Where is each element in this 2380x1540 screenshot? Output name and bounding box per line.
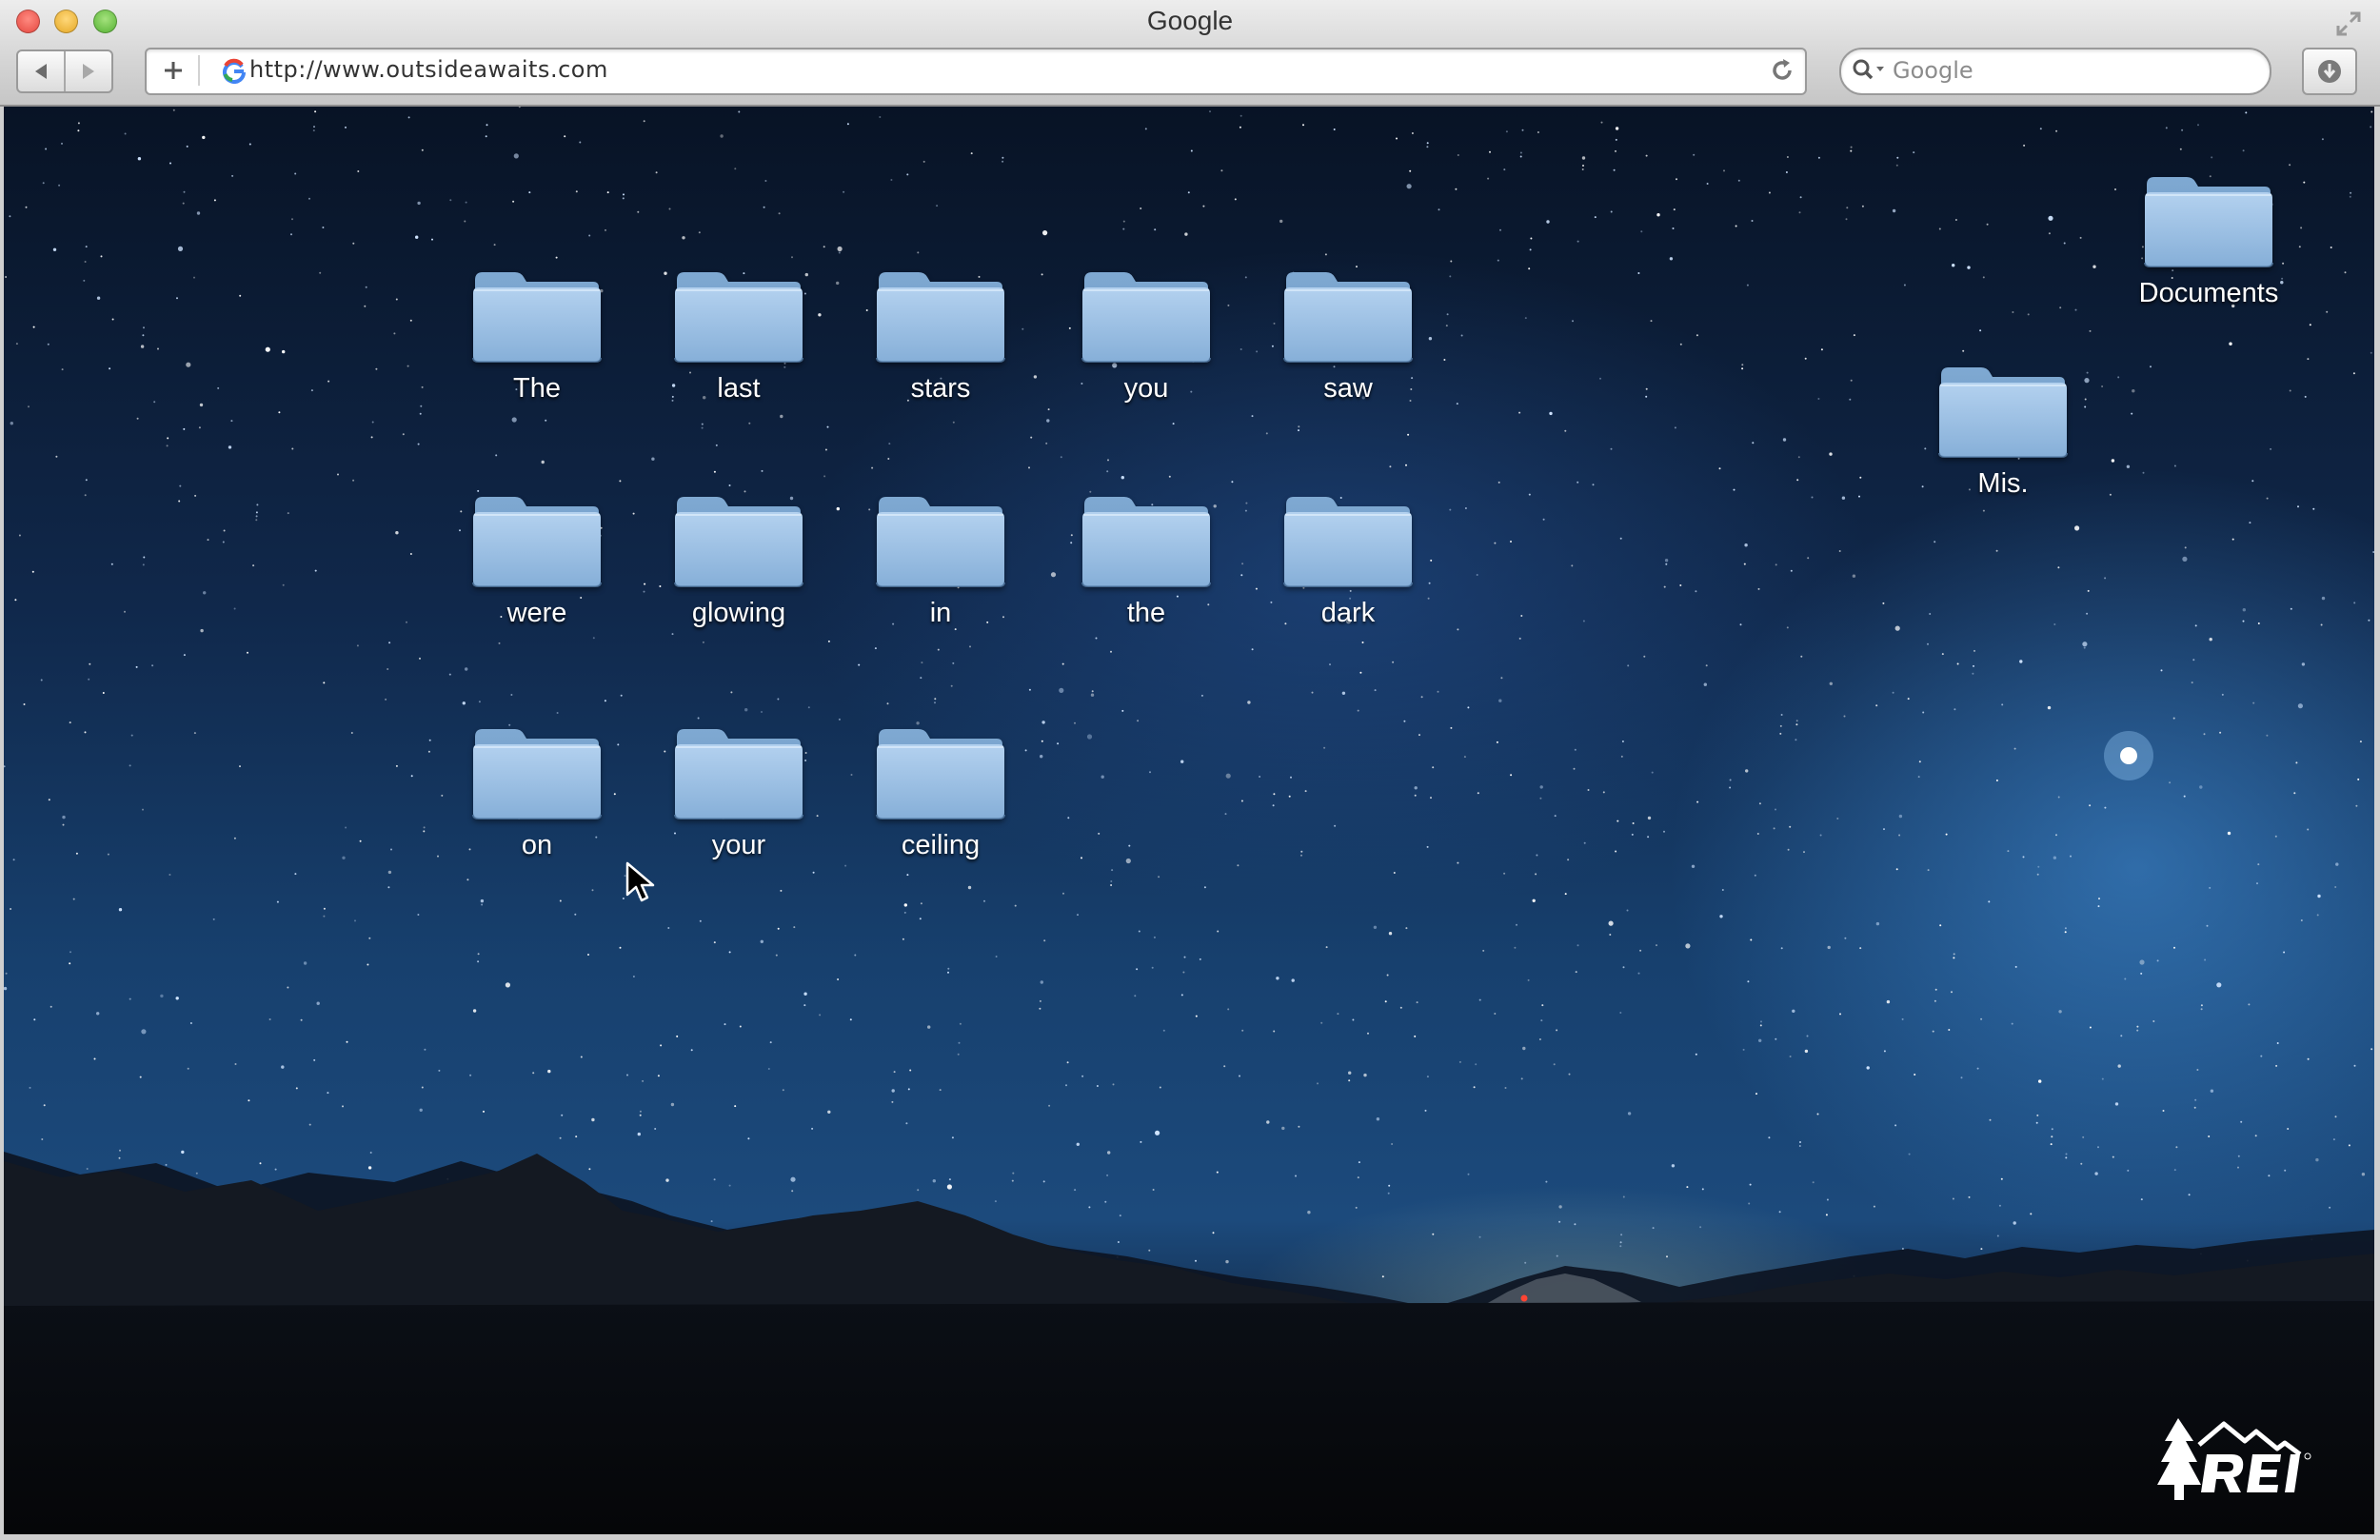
back-button[interactable]	[18, 51, 64, 91]
address-divider	[198, 55, 200, 86]
folder-icon	[875, 489, 1006, 588]
folder-icon	[1081, 489, 1212, 588]
folder-label: stars	[910, 373, 971, 404]
folder[interactable]: your	[644, 721, 834, 861]
folder-icon	[1081, 265, 1212, 364]
folder[interactable]: stars	[845, 265, 1036, 405]
folder-label: on	[521, 830, 553, 860]
folder[interactable]: The	[442, 265, 632, 405]
folder-icon	[1937, 360, 2069, 459]
folder[interactable]: last	[644, 265, 834, 405]
folder-icon	[673, 721, 804, 820]
folder[interactable]: ceiling	[845, 721, 1036, 861]
google-favicon-icon	[223, 58, 246, 84]
folder-icon	[471, 721, 603, 820]
folder-icon	[471, 489, 603, 588]
fullscreen-icon[interactable]	[2334, 10, 2363, 38]
page-content: The last stars you saw were glowing in t…	[4, 107, 2374, 1534]
folder[interactable]: the	[1051, 489, 1241, 629]
window-title: Google	[1146, 6, 1234, 35]
download-icon	[2318, 60, 2341, 83]
folder-label: last	[717, 373, 761, 404]
folder[interactable]: on	[442, 721, 632, 861]
folder[interactable]: in	[845, 489, 1036, 629]
rei-logo	[2157, 1418, 2311, 1500]
folder-icon	[875, 265, 1006, 364]
folder-label: the	[1126, 598, 1166, 628]
folder[interactable]: were	[442, 489, 632, 629]
folder-icon	[1282, 265, 1414, 364]
folder-label: Documents	[2138, 278, 2279, 308]
search-icon	[1853, 59, 1884, 80]
forward-button[interactable]	[64, 51, 111, 91]
add-bookmark-button[interactable]	[156, 53, 190, 88]
folder-icon	[2143, 169, 2274, 268]
mouse-pointer-icon	[625, 861, 655, 902]
downloads-button[interactable]	[2302, 48, 2357, 95]
folder-label: glowing	[691, 598, 786, 628]
folder-label: were	[506, 598, 567, 628]
folder-label: you	[1123, 373, 1169, 404]
folder-label: Mis.	[1977, 468, 2029, 499]
search-placeholder: Google	[1893, 57, 1973, 84]
folder-icon	[1282, 489, 1414, 588]
folder-icon	[875, 721, 1006, 820]
folder[interactable]: dark	[1253, 489, 1443, 629]
folder-label: saw	[1323, 373, 1373, 404]
documents-folder[interactable]: Documents	[2113, 169, 2304, 309]
folder-label: ceiling	[901, 830, 981, 860]
folder-label: The	[513, 373, 561, 404]
folder-icon	[471, 265, 603, 364]
address-bar[interactable]: http://www.outsideawaits.com	[145, 48, 1807, 95]
browser-window: Google http://www.outsideawaits.com Goog…	[0, 0, 2380, 1540]
folder[interactable]: you	[1051, 265, 1241, 405]
reload-icon[interactable]	[1767, 55, 1797, 86]
folder-label: your	[711, 830, 766, 860]
forward-arrow-icon	[83, 64, 94, 79]
folder-label: in	[929, 598, 952, 628]
folder[interactable]: glowing	[644, 489, 834, 629]
url-text[interactable]: http://www.outsideawaits.com	[249, 56, 608, 83]
plus-icon	[165, 62, 182, 79]
misc-folder[interactable]: Mis.	[1908, 360, 2098, 500]
search-field[interactable]: Google	[1839, 48, 2271, 95]
folder[interactable]: saw	[1253, 265, 1443, 405]
browser-toolbar: Google http://www.outsideawaits.com Goog…	[0, 0, 2380, 107]
folder-label: dark	[1320, 598, 1376, 628]
folder-icon	[673, 489, 804, 588]
back-arrow-icon	[35, 64, 47, 79]
folder-icon	[673, 265, 804, 364]
back-forward-buttons	[16, 49, 113, 93]
